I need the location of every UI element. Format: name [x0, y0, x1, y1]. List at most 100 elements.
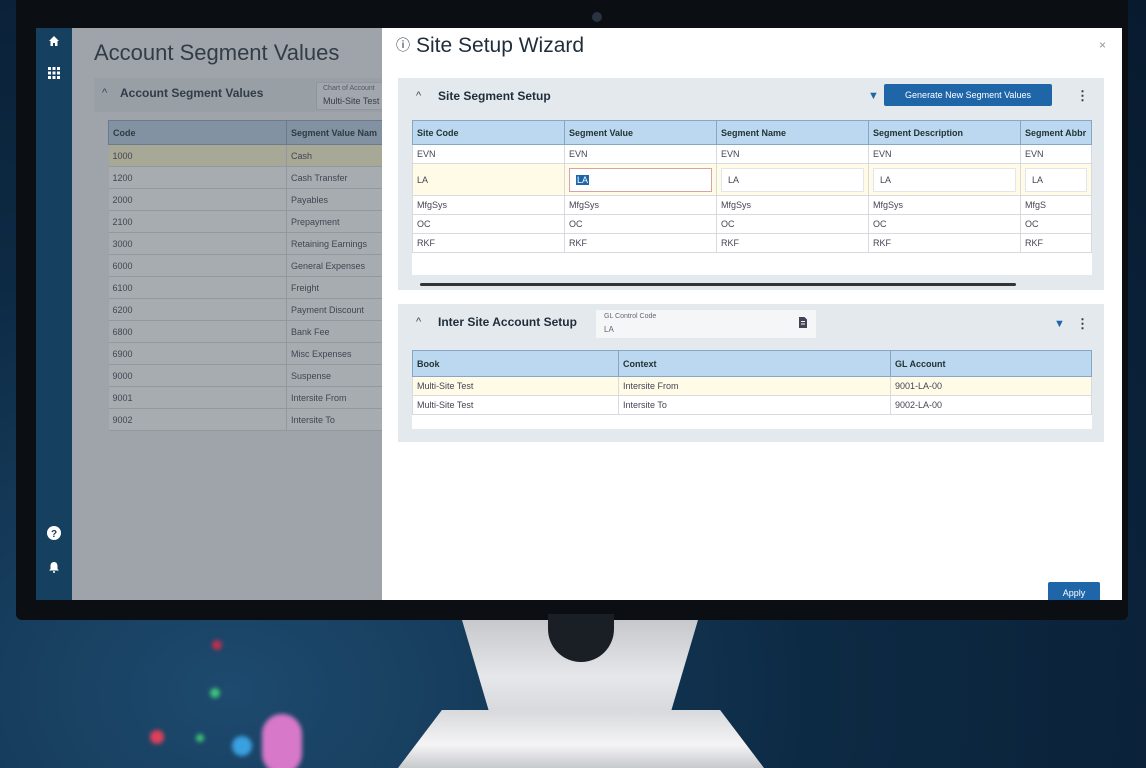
panel-header: ^ Site Segment Setup ▼ Generate New Segm… [398, 78, 1104, 116]
document-icon[interactable] [798, 317, 808, 331]
cell: Payables [286, 188, 398, 211]
panel-label: Inter Site Account Setup [438, 315, 577, 329]
chevron-up-icon[interactable]: ^ [102, 87, 107, 99]
cell: OC [1020, 214, 1092, 234]
segment-abbr-input[interactable]: LA [1020, 163, 1092, 196]
bell-icon[interactable] [36, 560, 72, 576]
chevron-up-icon[interactable]: ^ [416, 90, 421, 102]
info-icon: ⓘ [396, 37, 410, 53]
bg-glow [210, 688, 220, 698]
page-title: Account Segment Values [94, 40, 340, 65]
bg-glow [232, 736, 252, 756]
cell: Bank Fee [286, 320, 398, 343]
bg-glow [150, 730, 164, 744]
cell: RKF [868, 233, 1021, 253]
site-segment-setup-panel: ^ Site Segment Setup ▼ Generate New Segm… [398, 78, 1104, 290]
cell: 6800 [108, 320, 287, 343]
cell: Intersite To [618, 395, 891, 415]
segment-description-input[interactable]: LA [868, 163, 1021, 196]
input-value[interactable]: LA [873, 167, 1016, 192]
more-options-icon[interactable]: ⋮ [1076, 88, 1089, 104]
selected-text[interactable]: LA [576, 174, 590, 185]
cell: 2000 [108, 188, 287, 211]
site-setup-wizard: ⓘ Site Setup Wizard × ^ Site Segment Setu… [382, 28, 1122, 600]
filter-icon[interactable]: ▼ [1054, 318, 1065, 330]
account-segment-values-page: Account Segment Values ^ Account Segment… [72, 28, 398, 600]
filter-icon[interactable]: ▼ [868, 90, 879, 102]
segment-value-input[interactable]: LA [564, 163, 717, 196]
column-header[interactable]: Segment Name [716, 120, 869, 145]
table-row[interactable]: RKF RKF RKF RKF RKF [412, 233, 1092, 253]
cell: 1200 [108, 166, 287, 189]
cell: 9002-LA-00 [890, 395, 1092, 415]
apps-grid-icon[interactable] [36, 66, 72, 82]
webcam [592, 12, 602, 22]
column-header[interactable]: Segment Abbr [1020, 120, 1092, 145]
cell: Intersite From [286, 386, 398, 409]
table-row[interactable]: 9002 Intersite To [108, 408, 398, 431]
cell: RKF [1020, 233, 1092, 253]
column-header[interactable]: Segment Value Nam [286, 120, 398, 145]
left-rail: ? [36, 28, 72, 600]
home-icon[interactable] [36, 34, 72, 50]
cell: OC [412, 214, 565, 234]
cell: 9001-LA-00 [890, 376, 1092, 396]
generate-segment-values-button[interactable]: Generate New Segment Values [884, 84, 1052, 106]
cell: 6900 [108, 342, 287, 365]
monitor-stand-base [398, 710, 764, 768]
cell: Misc Expenses [286, 342, 398, 365]
cell: Payment Discount [286, 298, 398, 321]
table-row[interactable]: OC OC OC OC OC [412, 214, 1092, 234]
cell: RKF [412, 233, 565, 253]
table-row[interactable]: MfgSys MfgSys MfgSys MfgSys MfgS [412, 195, 1092, 215]
column-header[interactable]: Segment Value [564, 120, 717, 145]
cell: MfgSys [868, 195, 1021, 215]
wizard-title: ⓘ Site Setup Wizard [396, 34, 584, 58]
gl-control-code-field[interactable]: GL Control Code LA [596, 310, 816, 338]
table-row[interactable]: 6200 Payment Discount [108, 298, 398, 321]
chart-of-account-field[interactable]: Chart of Account Multi-Site Test 1 [316, 82, 392, 110]
table-row[interactable]: 9000 Suspense [108, 364, 398, 387]
segment-name-input[interactable]: LA [716, 163, 869, 196]
cell: RKF [716, 233, 869, 253]
apply-button[interactable]: Apply [1048, 582, 1100, 600]
cell: 6200 [108, 298, 287, 321]
column-header[interactable]: GL Account [890, 350, 1092, 377]
cell: EVN [1020, 144, 1092, 164]
close-icon[interactable]: × [1099, 38, 1106, 52]
help-icon[interactable]: ? [36, 526, 72, 543]
table-row[interactable]: 1000 Cash [108, 144, 398, 167]
empty-row [412, 414, 1092, 429]
column-header[interactable]: Book [412, 350, 619, 377]
table-row[interactable]: 6100 Freight [108, 276, 398, 299]
svg-text:?: ? [51, 529, 57, 540]
column-header[interactable]: Segment Description [868, 120, 1021, 145]
table-row-editing[interactable]: LA LA LA LA LA [412, 163, 1092, 196]
input-value[interactable]: LA [721, 167, 864, 192]
horizontal-scrollbar[interactable] [420, 283, 1016, 286]
cell: Multi-Site Test [412, 376, 619, 396]
table-row[interactable]: Multi-Site Test Intersite To 9002-LA-00 [412, 395, 1092, 415]
column-header[interactable]: Context [618, 350, 891, 377]
table-row[interactable]: 9001 Intersite From [108, 386, 398, 409]
table-row[interactable]: 2000 Payables [108, 188, 398, 211]
empty-row [412, 252, 1092, 275]
table-row[interactable]: 1200 Cash Transfer [108, 166, 398, 189]
chevron-up-icon[interactable]: ^ [416, 316, 421, 328]
column-header[interactable]: Site Code [412, 120, 565, 145]
table-row[interactable]: EVN EVN EVN EVN EVN [412, 144, 1092, 164]
cell: EVN [716, 144, 869, 164]
table-row[interactable]: 3000 Retaining Earnings [108, 232, 398, 255]
cell: 6000 [108, 254, 287, 277]
table-row[interactable]: Multi-Site Test Intersite From 9001-LA-0… [412, 376, 1092, 396]
table-row[interactable]: 6900 Misc Expenses [108, 342, 398, 365]
table-row[interactable]: 6000 General Expenses [108, 254, 398, 277]
table-row[interactable]: 2100 Prepayment [108, 210, 398, 233]
cell: 9000 [108, 364, 287, 387]
cell: Cash [286, 144, 398, 167]
cell: EVN [412, 144, 565, 164]
table-row[interactable]: 6800 Bank Fee [108, 320, 398, 343]
column-header[interactable]: Code [108, 120, 287, 145]
more-options-icon[interactable]: ⋮ [1076, 316, 1089, 332]
input-value[interactable]: LA [1025, 167, 1087, 192]
